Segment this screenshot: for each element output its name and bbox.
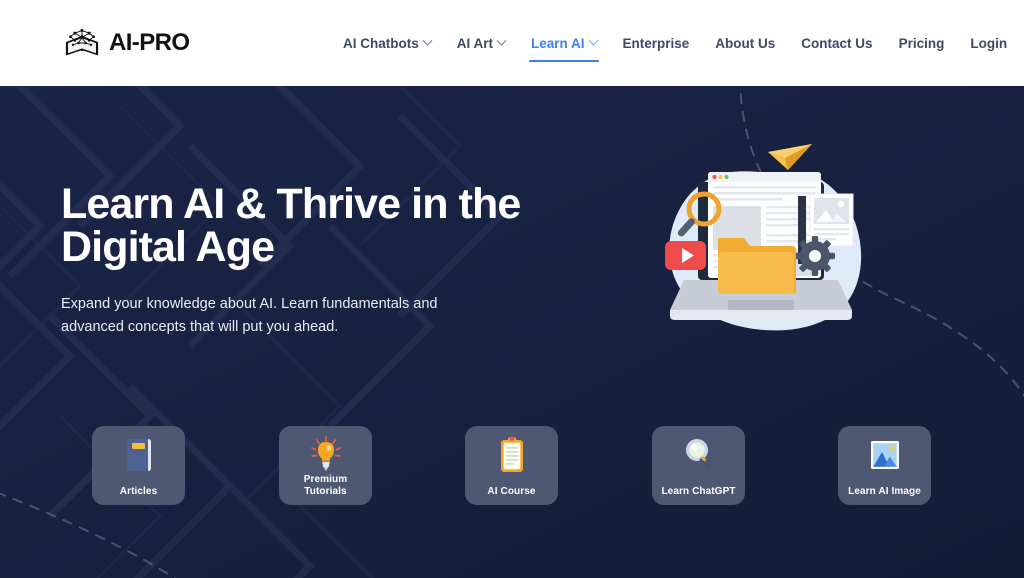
nav-label: About Us [715, 35, 776, 51]
card-label: Premium Tutorials [303, 474, 348, 497]
card-learn-ai-image[interactable]: Learn AI Image [838, 426, 931, 505]
nav-label: Learn AI [531, 35, 585, 51]
nav-item-pricing[interactable]: Pricing [886, 0, 958, 86]
photo-landscape-icon [870, 441, 899, 469]
page-title: Learn AI & Thrive in the Digital Age [61, 180, 521, 271]
quick-link-cards: Articles Premium Tutorials AI Course Lea… [0, 426, 1024, 521]
card-label: Learn AI Image [848, 486, 921, 497]
nav-label: Enterprise [622, 35, 690, 51]
nav-label: Login [970, 35, 1008, 51]
nav-item-ai-art[interactable]: AI Art [444, 0, 518, 86]
nav-label: AI Chatbots [343, 35, 419, 51]
nav-item-ai-chatbots[interactable]: AI Chatbots [330, 0, 444, 86]
logo-text: AI-PRO [109, 29, 190, 56]
page-root: AI-PRO AI Chatbots AI Art Learn AI Enter… [0, 0, 1024, 578]
blue-book-icon [126, 439, 151, 471]
nav-label: Contact Us [801, 35, 873, 51]
hero-subtitle: Expand your knowledge about AI. Learn fu… [61, 296, 438, 336]
open-book-network-logo-icon [65, 28, 99, 56]
magnifying-glass-icon [685, 439, 710, 469]
chevron-down-icon [588, 35, 598, 46]
chevron-down-icon [422, 35, 433, 46]
card-learn-chatgpt[interactable]: Learn ChatGPT [652, 426, 745, 505]
hero-illustration [665, 144, 862, 331]
main-navigation: AI Chatbots AI Art Learn AI Enterprise A… [330, 0, 1020, 86]
chevron-down-icon [496, 35, 507, 46]
nav-item-about-us[interactable]: About Us [702, 0, 788, 86]
nav-item-enterprise[interactable]: Enterprise [610, 0, 703, 86]
orange-clipboard-icon [500, 436, 523, 472]
card-label: AI Course [487, 486, 536, 497]
logo[interactable]: AI-PRO [62, 26, 190, 60]
site-header: AI-PRO AI Chatbots AI Art Learn AI Enter… [0, 0, 1024, 86]
nav-item-learn-ai[interactable]: Learn AI [518, 0, 610, 86]
card-label: Articles [119, 486, 158, 497]
lightbulb-icon [310, 436, 341, 471]
card-label: Learn ChatGPT [661, 486, 736, 497]
nav-item-contact-us[interactable]: Contact Us [788, 0, 885, 86]
hero-copy: Learn AI & Thrive in the Digital Age Exp… [61, 183, 531, 340]
hero-section: Learn AI & Thrive in the Digital Age Exp… [0, 86, 1024, 578]
nav-label: AI Art [456, 35, 493, 51]
card-ai-course[interactable]: AI Course [465, 426, 558, 505]
card-premium-tutorials[interactable]: Premium Tutorials [279, 426, 372, 505]
nav-label: Pricing [898, 35, 945, 51]
nav-item-login[interactable]: Login [957, 0, 1020, 86]
card-articles[interactable]: Articles [92, 426, 185, 505]
